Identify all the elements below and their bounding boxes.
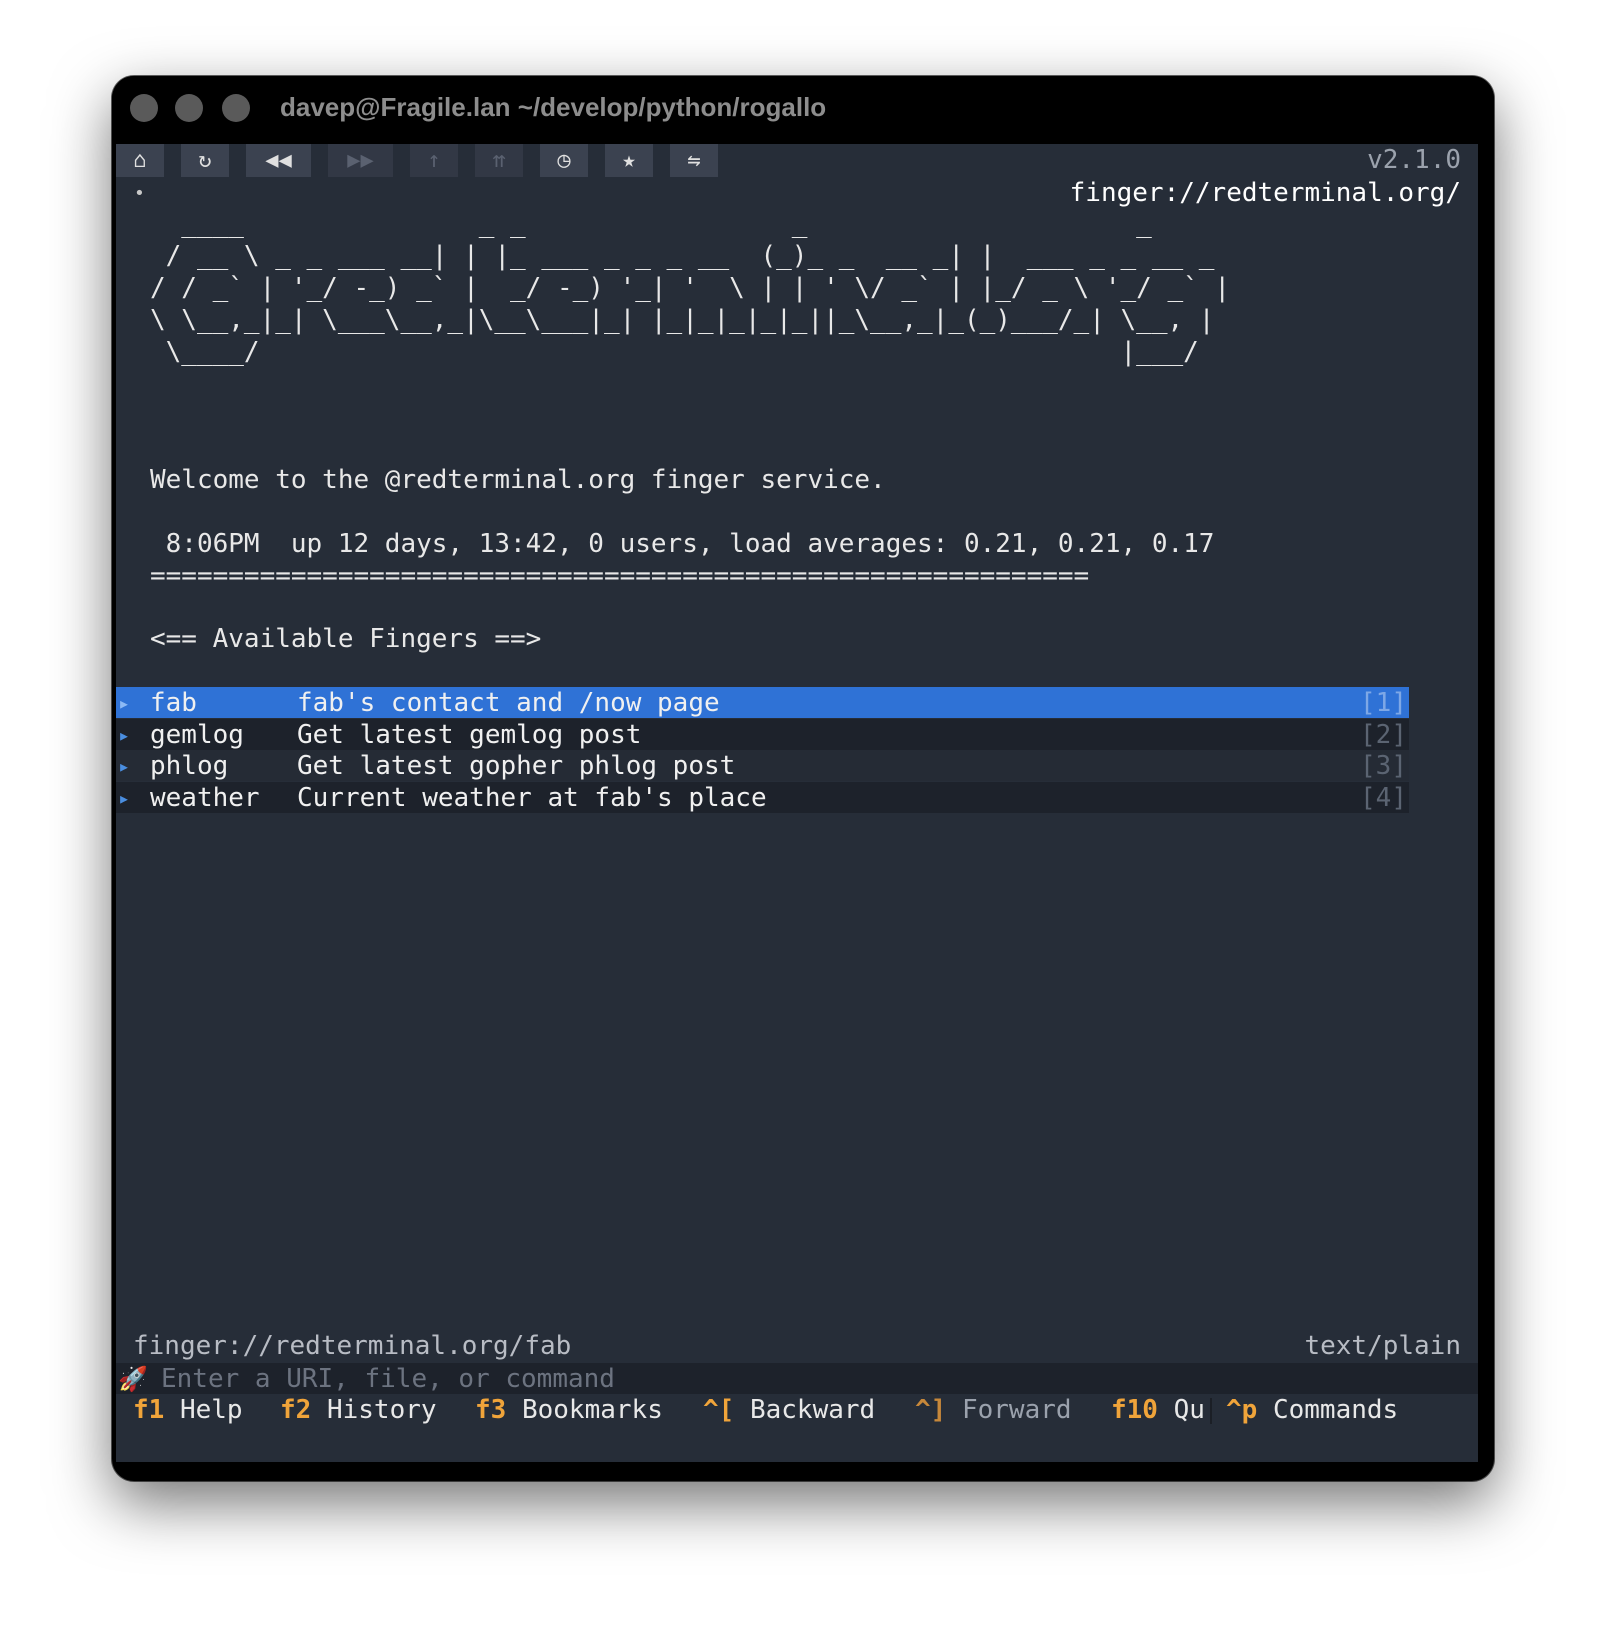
footer-key-bar: f1 Help f2 History f3 Bookmarks ^[ Backw… [116, 1394, 1478, 1427]
item-name: phlog [150, 751, 229, 781]
finger-item-gemlog[interactable]: ▸ gemlog Get latest gemlog post [2] [116, 719, 1409, 750]
quit-key[interactable]: f10 Qu [1111, 1394, 1205, 1427]
item-description: fab's contact and /now page [297, 688, 720, 718]
close-window-button[interactable] [130, 94, 158, 122]
help-key[interactable]: f1 Help [133, 1394, 243, 1427]
swap-icon[interactable]: ⇋ [670, 144, 718, 177]
link-flag-icon: ▸ [118, 754, 131, 778]
separator-line: ========================================… [150, 561, 1090, 591]
up-icon[interactable]: ↑ [410, 144, 458, 177]
location-bar: • finger://redterminal.org/ [116, 177, 1478, 210]
current-url: finger://redterminal.org/ [1069, 178, 1461, 208]
mime-type: text/plain [1304, 1331, 1461, 1361]
finger-item-fab[interactable]: ▸ fab fab's contact and /now page [1] [116, 687, 1409, 718]
section-heading: <== Available Fingers ==> [150, 624, 542, 654]
item-number: [1] [1360, 688, 1407, 718]
rocket-icon: 🚀 [118, 1365, 148, 1393]
history-icon[interactable]: ◷ [540, 144, 588, 177]
finger-item-phlog[interactable]: ▸ phlog Get latest gopher phlog post [3] [116, 750, 1409, 781]
item-description: Get latest gopher phlog post [297, 751, 736, 781]
uptime-text: 8:06PM up 12 days, 13:42, 0 users, load … [150, 529, 1215, 559]
welcome-text: Welcome to the @redterminal.org finger s… [150, 465, 886, 495]
version-label: v2.1.0 [1367, 145, 1461, 175]
item-name: gemlog [150, 720, 244, 750]
bookmark-icon[interactable]: ★ [605, 144, 653, 177]
link-flag-icon: ▸ [118, 723, 131, 747]
zoom-window-button[interactable] [222, 94, 250, 122]
forward-key[interactable]: ^] Forward [915, 1394, 1072, 1427]
item-name: weather [150, 783, 260, 813]
command-input[interactable] [161, 1363, 1161, 1394]
command-bar: 🚀 [116, 1363, 1478, 1394]
history-key[interactable]: f2 History [280, 1394, 437, 1427]
terminal-window: davep@Fragile.lan ~/develop/python/rogal… [112, 76, 1494, 1481]
item-description: Get latest gemlog post [297, 720, 642, 750]
forward-icon[interactable]: ▶▶ [328, 144, 393, 177]
home-icon[interactable]: ⌂ [116, 144, 164, 177]
link-flag-icon: ▸ [118, 786, 131, 810]
root-icon[interactable]: ⇈ [475, 144, 523, 177]
window-title: davep@Fragile.lan ~/develop/python/rogal… [280, 92, 827, 122]
link-flag-icon: ▸ [118, 691, 131, 715]
minimize-window-button[interactable] [175, 94, 203, 122]
hover-url: finger://redterminal.org/fab [133, 1331, 572, 1361]
status-bar: finger://redterminal.org/fab text/plain [116, 1330, 1478, 1363]
back-icon[interactable]: ◀◀ [246, 144, 311, 177]
item-number: [2] [1360, 720, 1407, 750]
item-number: [4] [1360, 783, 1407, 813]
backward-key[interactable]: ^[ Backward [703, 1394, 875, 1427]
reload-icon[interactable]: ↻ [181, 144, 229, 177]
app-screen: ⌂ ↻ ◀◀ ▶▶ ↑ ⇈ ◷ ★ ⇋ v2.1.0 • finger://re… [116, 144, 1478, 1462]
item-description: Current weather at fab's place [297, 783, 767, 813]
bookmarks-key[interactable]: f3 Bookmarks [475, 1394, 663, 1427]
loading-indicator: • [134, 183, 145, 204]
toolbar: ⌂ ↻ ◀◀ ▶▶ ↑ ⇈ ◷ ★ ⇋ v2.1.0 [116, 144, 1478, 177]
footer-divider [1210, 1398, 1212, 1424]
item-name: fab [150, 688, 197, 718]
commands-key[interactable]: ^p Commands [1226, 1394, 1398, 1427]
title-bar: davep@Fragile.lan ~/develop/python/rogal… [112, 76, 1494, 144]
ascii-banner: ____ _ _ _ _ / __ \ _ _ ___ __| | |_ ___… [150, 209, 1231, 367]
finger-item-weather[interactable]: ▸ weather Current weather at fab's place… [116, 782, 1409, 813]
item-number: [3] [1360, 751, 1407, 781]
